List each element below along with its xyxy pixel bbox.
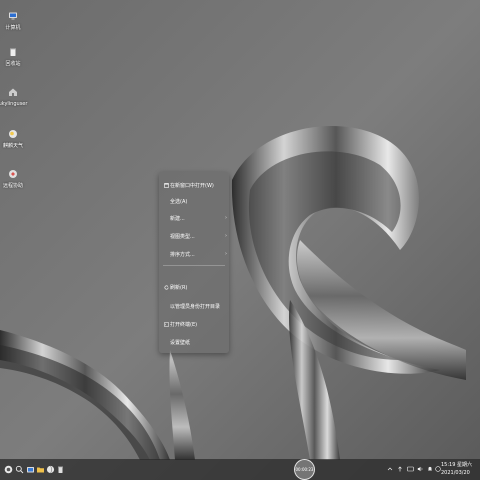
file-manager-icon[interactable] bbox=[26, 465, 35, 474]
browser-icon[interactable] bbox=[46, 465, 55, 474]
menu-item-refresh[interactable]: 刷新(R) bbox=[159, 280, 229, 294]
desktop-icon-computer[interactable]: 计算机 bbox=[0, 10, 26, 46]
menu-item-view-type[interactable]: 视图类型... › bbox=[159, 229, 229, 243]
desktop-icon-label: 回收站 bbox=[5, 61, 21, 67]
keyboard-icon[interactable] bbox=[406, 465, 414, 473]
menu-item-label: 打开终端(E) bbox=[170, 321, 198, 328]
menu-item-label: 新建... bbox=[170, 215, 185, 222]
network-icon[interactable] bbox=[396, 465, 404, 473]
chevron-right-icon: › bbox=[225, 233, 227, 239]
chevron-up-icon[interactable] bbox=[386, 465, 394, 473]
multitask-label: 00:00:23 bbox=[295, 467, 314, 472]
menu-item-label: 在新窗口中打开(W) bbox=[170, 182, 214, 189]
menu-item-sort-by[interactable]: 排序方式... › bbox=[159, 247, 229, 261]
desktop-icon-label: ukylinguser bbox=[0, 101, 28, 107]
desktop-icon-trash[interactable]: 回收站 bbox=[0, 46, 26, 82]
menu-item-select-all[interactable]: 全选(A) bbox=[159, 194, 229, 208]
window-icon bbox=[162, 182, 170, 188]
menu-item-new[interactable]: 新建... › bbox=[159, 211, 229, 225]
volume-icon[interactable] bbox=[416, 465, 424, 473]
weather-icon bbox=[7, 128, 19, 140]
menu-item-open-new-window[interactable]: 在新窗口中打开(W) bbox=[159, 178, 229, 192]
notification-icon[interactable] bbox=[426, 465, 434, 473]
menu-separator bbox=[163, 265, 225, 266]
desktop-wallpaper bbox=[0, 0, 480, 480]
menu-item-label: 全选(A) bbox=[170, 198, 188, 205]
search-icon[interactable] bbox=[15, 465, 24, 474]
desktop-context-menu: 在新窗口中打开(W) 全选(A) 新建... › 视图类型... › 排序方式.… bbox=[159, 172, 229, 353]
desktop-icon-remote-assist[interactable]: 远程协助 bbox=[0, 168, 26, 204]
multitask-view-button[interactable]: 00:00:23 bbox=[294, 459, 315, 480]
chevron-right-icon: › bbox=[225, 215, 227, 221]
clock-date: 2021/03/20 bbox=[441, 470, 470, 476]
desktop-icon-label: 远程协助 bbox=[2, 183, 23, 189]
start-menu-icon[interactable] bbox=[4, 465, 13, 474]
refresh-icon bbox=[162, 285, 170, 290]
menu-item-open-terminal[interactable]: 打开终端(E) bbox=[159, 317, 229, 331]
remote-assist-icon bbox=[7, 168, 19, 180]
clock-time: 15:19 星期六 bbox=[441, 462, 472, 468]
trash-icon bbox=[7, 46, 19, 58]
taskbar-clock[interactable]: 15:19 星期六 2021/03/20 bbox=[441, 461, 477, 477]
menu-item-label: 刷新(R) bbox=[170, 284, 188, 291]
taskbar-trash-icon[interactable] bbox=[56, 465, 65, 474]
desktop-icon-label: 计算机 bbox=[5, 25, 21, 31]
desktop-icon-home-folder[interactable]: ukylinguser bbox=[0, 86, 28, 122]
menu-item-label: 设置壁纸 bbox=[170, 339, 191, 346]
desktop-icon-label: 麒麟天气 bbox=[2, 143, 23, 149]
menu-item-set-wallpaper[interactable]: 设置壁纸 bbox=[159, 335, 229, 349]
desktop-icon-weather[interactable]: 麒麟天气 bbox=[0, 128, 26, 164]
chevron-right-icon: › bbox=[225, 251, 227, 257]
folder-icon[interactable] bbox=[36, 465, 45, 474]
menu-item-open-as-admin[interactable]: 以管理员身份打开目录 bbox=[159, 299, 229, 313]
home-folder-icon bbox=[7, 86, 19, 98]
computer-icon bbox=[7, 10, 19, 22]
menu-item-label: 视图类型... bbox=[170, 233, 195, 240]
menu-item-label: 排序方式... bbox=[170, 251, 195, 258]
terminal-icon bbox=[162, 321, 170, 327]
menu-item-label: 以管理员身份打开目录 bbox=[170, 303, 221, 310]
